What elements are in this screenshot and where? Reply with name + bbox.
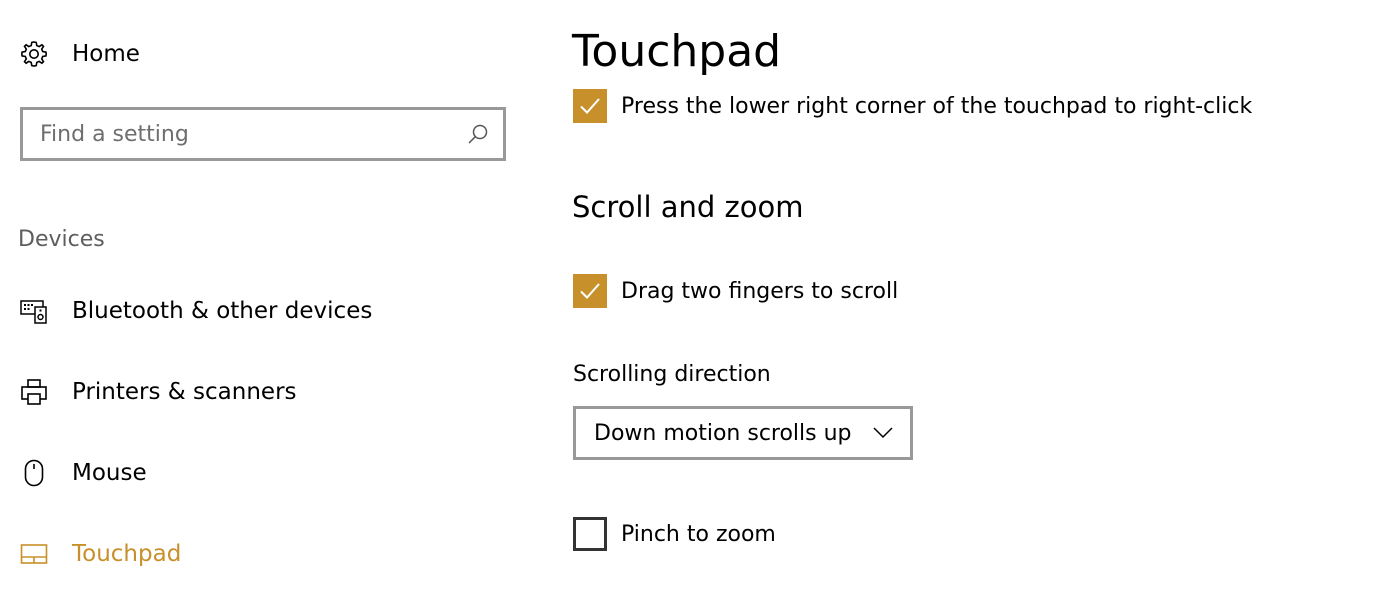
- scrolling-direction-label: Scrolling direction: [573, 362, 771, 387]
- pinch-to-zoom-checkbox[interactable]: [573, 517, 607, 551]
- sidebar-item-label: Bluetooth & other devices: [72, 298, 373, 324]
- scrolling-direction-dropdown[interactable]: Down motion scrolls up: [573, 406, 913, 460]
- section-header-devices: Devices: [18, 227, 105, 252]
- checkmark-icon: [580, 98, 600, 114]
- sidebar-item-label: Mouse: [72, 460, 147, 486]
- search-icon[interactable]: [463, 119, 493, 149]
- gear-icon: [18, 38, 50, 70]
- pinch-to-zoom-row[interactable]: Pinch to zoom: [573, 517, 776, 551]
- sidebar-item-label: Touchpad: [72, 541, 182, 567]
- touchpad-icon: [18, 538, 50, 570]
- two-finger-scroll-checkbox[interactable]: [573, 274, 607, 308]
- sidebar: Home Devices: [0, 0, 540, 590]
- bluetooth-devices-icon: [18, 295, 50, 327]
- page-title: Touchpad: [572, 26, 782, 77]
- right-click-label: Press the lower right corner of the touc…: [621, 93, 1253, 119]
- sidebar-home-label: Home: [72, 41, 140, 67]
- right-click-checkbox[interactable]: [573, 89, 607, 123]
- two-finger-scroll-row[interactable]: Drag two fingers to scroll: [573, 274, 898, 308]
- scrolling-direction-value: Down motion scrolls up: [594, 420, 852, 446]
- printer-icon: [18, 376, 50, 408]
- sidebar-home[interactable]: Home: [18, 36, 140, 72]
- main-content: Touchpad Press the lower right corner of…: [570, 0, 1370, 590]
- sidebar-item-label: Printers & scanners: [72, 379, 297, 405]
- search-input[interactable]: [23, 110, 463, 158]
- sidebar-item-printers[interactable]: Printers & scanners: [18, 372, 297, 412]
- mouse-icon: [18, 457, 50, 489]
- pinch-to-zoom-label: Pinch to zoom: [621, 521, 776, 547]
- checkmark-icon: [580, 283, 600, 299]
- sidebar-item-touchpad[interactable]: Touchpad: [18, 534, 181, 574]
- chevron-down-icon: [870, 420, 896, 446]
- settings-window: Home Devices: [0, 0, 1380, 590]
- scroll-zoom-header: Scroll and zoom: [572, 190, 804, 224]
- two-finger-scroll-label: Drag two fingers to scroll: [621, 278, 899, 304]
- right-click-checkbox-row[interactable]: Press the lower right corner of the touc…: [573, 89, 1252, 123]
- sidebar-item-mouse[interactable]: Mouse: [18, 453, 147, 493]
- search-box[interactable]: [20, 107, 506, 161]
- sidebar-item-bluetooth[interactable]: Bluetooth & other devices: [18, 291, 372, 331]
